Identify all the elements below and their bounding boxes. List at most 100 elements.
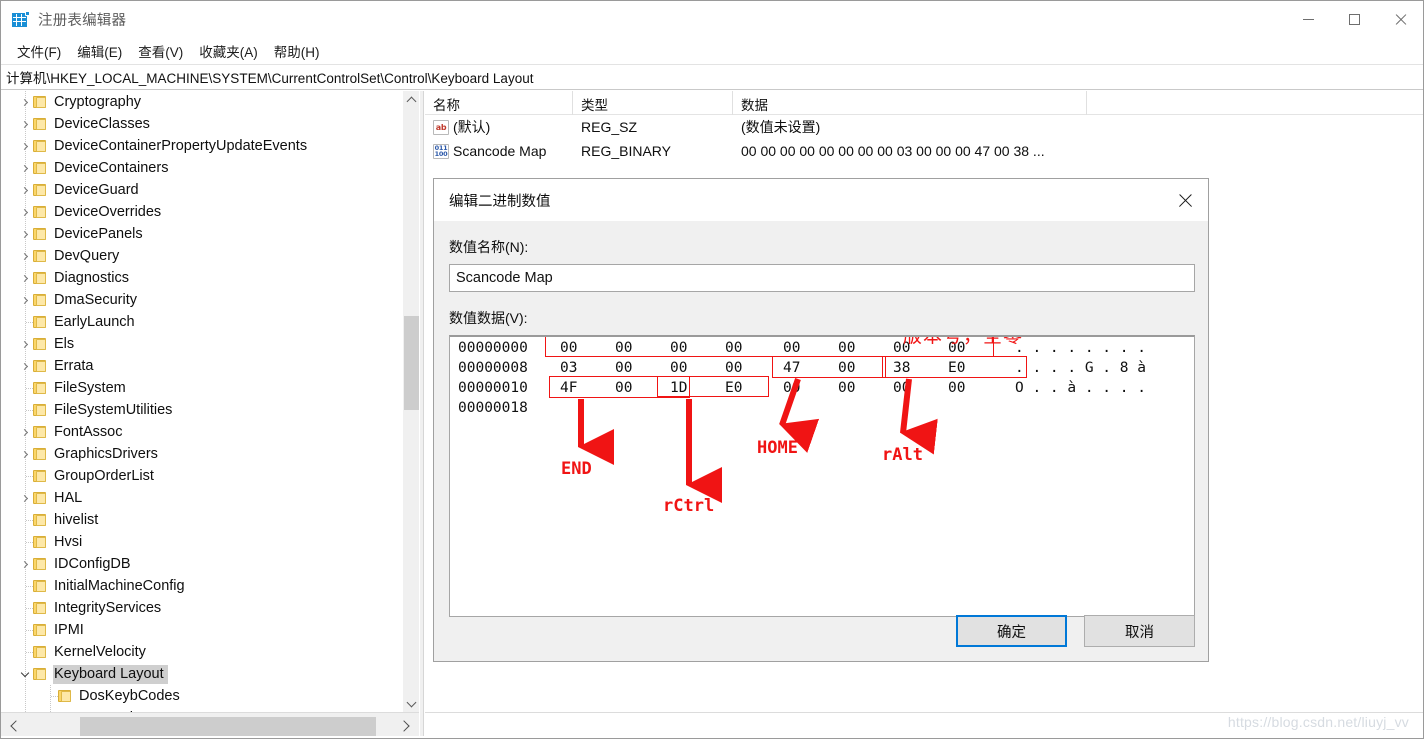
value-data: 00 00 00 00 00 00 00 00 03 00 00 00 47 0… [741, 143, 1045, 159]
tree-horizontal-scrollbar[interactable] [1, 712, 419, 738]
hex-row[interactable]: 00000000 00 00 00 00 00 00 00 00. . . . . . . . [450, 338, 1194, 358]
window-controls [1285, 1, 1423, 38]
tree-item[interactable]: Diagnostics [1, 267, 402, 289]
tree-item[interactable]: DeviceOverrides [1, 201, 402, 223]
hex-byte[interactable]: E0 [948, 358, 974, 378]
tree-item[interactable]: Els [1, 333, 402, 355]
column-header-data[interactable]: 数据 [733, 91, 1087, 115]
hex-byte[interactable]: 00 [948, 338, 974, 358]
tree-item[interactable]: DeviceContainerPropertyUpdateEvents [1, 135, 402, 157]
tree-item[interactable]: Cryptography [1, 91, 402, 113]
tree-item[interactable]: Keyboard Layout [1, 663, 402, 685]
annotation-ralt: rAlt [882, 445, 923, 465]
registry-key-tree[interactable]: Cryptography DeviceClasses DeviceContainer… [1, 91, 419, 712]
address-bar[interactable]: 计算机\HKEY_LOCAL_MACHINE\SYSTEM\CurrentCon… [1, 64, 1423, 90]
hex-byte[interactable]: 00 [615, 378, 641, 398]
values-rows: ab (默认) REG_SZ (数值未设置) 011 100 Scancode Map REG… [425, 115, 1423, 163]
tree-item[interactable]: DmaSecurity [1, 289, 402, 311]
hex-byte[interactable]: 00 [838, 338, 864, 358]
hex-byte[interactable]: 00 [670, 358, 696, 378]
tree-item[interactable]: HAL [1, 487, 402, 509]
ok-button[interactable]: 确定 [956, 615, 1067, 647]
value-row[interactable]: ab (默认) REG_SZ (数值未设置) [425, 115, 1423, 139]
hex-byte[interactable]: 00 [893, 338, 919, 358]
tree-item[interactable]: IDConfigDB [1, 553, 402, 575]
hex-byte[interactable]: 00 [725, 338, 751, 358]
hex-byte[interactable]: E0 [725, 378, 751, 398]
menu-edit[interactable]: 编辑(E) [69, 38, 130, 64]
hex-byte[interactable]: 00 [948, 378, 974, 398]
column-header-type[interactable]: 类型 [573, 91, 733, 115]
tree-item-label: Keyboard Layout [53, 664, 168, 684]
tree-item[interactable]: EarlyLaunch [1, 311, 402, 333]
hex-byte[interactable]: 00 [615, 358, 641, 378]
tree-item[interactable]: DeviceContainers [1, 157, 402, 179]
tree-item-label: DeviceContainers [54, 159, 169, 176]
scroll-left-icon[interactable] [1, 713, 27, 739]
scroll-up-icon[interactable] [403, 91, 419, 108]
tree-item-label: Hvsi [54, 533, 83, 550]
hex-byte[interactable]: 1D [670, 378, 696, 398]
tree-item[interactable]: Hvsi [1, 531, 402, 553]
close-icon[interactable] [1377, 1, 1423, 38]
tree-vertical-scrollbar[interactable] [402, 91, 419, 712]
horizontal-scroll-thumb[interactable] [80, 717, 376, 737]
tree-item[interactable]: IPMI [1, 619, 402, 641]
tree-item[interactable]: InitialMachineConfig [1, 575, 402, 597]
column-header-name[interactable]: 名称 [425, 91, 573, 115]
tree-guide-stub [26, 608, 33, 609]
menu-help[interactable]: 帮助(H) [266, 38, 328, 64]
folder-icon [33, 602, 46, 614]
minimize-icon[interactable] [1285, 1, 1331, 38]
hex-editor[interactable]: 00000000 00 00 00 00 00 00 00 00. . . . . . . .0… [449, 335, 1195, 617]
tree-item-label: IPMI [54, 621, 84, 638]
tree-item[interactable]: KernelVelocity [1, 641, 402, 663]
folder-icon [33, 294, 46, 306]
hex-byte[interactable]: 00 [783, 378, 809, 398]
tree-item[interactable]: hivelist [1, 509, 402, 531]
tree-item[interactable]: GroupOrderList [1, 465, 402, 487]
dialog-close-icon[interactable] [1162, 179, 1208, 221]
tree-item[interactable]: DevQuery [1, 245, 402, 267]
vertical-scroll-thumb[interactable] [404, 316, 419, 410]
hex-byte[interactable]: 47 [783, 358, 809, 378]
hex-byte[interactable]: 00 [838, 378, 864, 398]
pane-splitter[interactable] [419, 91, 424, 738]
hex-row[interactable]: 00000010 4F 00 1D E0 00 00 00 00 O . . à . . . . [450, 378, 1194, 398]
tree-item[interactable]: DevicePanels [1, 223, 402, 245]
tree-item[interactable]: Errata [1, 355, 402, 377]
menu-view[interactable]: 查看(V) [130, 38, 191, 64]
value-name-input[interactable]: Scancode Map [449, 264, 1195, 292]
hex-byte[interactable]: 00 [838, 358, 864, 378]
tree-item[interactable]: DeviceGuard [1, 179, 402, 201]
menu-favorites[interactable]: 收藏夹(A) [191, 38, 266, 64]
hex-byte[interactable]: 4F [560, 378, 586, 398]
tree-item-label: IntegrityServices [54, 599, 162, 616]
tree-item[interactable]: DeviceClasses [1, 113, 402, 135]
dialog-title: 编辑二进制数值 [449, 193, 551, 210]
tree-item[interactable]: GraphicsDrivers [1, 443, 402, 465]
hex-byte[interactable]: 00 [725, 358, 751, 378]
tree-item[interactable]: FileSystem [1, 377, 402, 399]
hex-row[interactable]: 00000008 03 00 00 00 47 00 38 E0 . . . . G . 8 à [450, 358, 1194, 378]
folder-icon [33, 338, 46, 350]
menu-file[interactable]: 文件(F) [9, 38, 69, 64]
hex-byte[interactable]: 00 [893, 378, 919, 398]
hex-row[interactable]: 00000018 [450, 398, 1194, 418]
maximize-icon[interactable] [1331, 1, 1377, 38]
hex-byte[interactable]: 00 [670, 338, 696, 358]
tree-item[interactable]: IntegrityServices [1, 597, 402, 619]
hex-byte[interactable]: 00 [560, 338, 586, 358]
tree-item-label: DeviceClasses [54, 115, 150, 132]
hex-byte[interactable]: 38 [893, 358, 919, 378]
tree-item[interactable]: FileSystemUtilities [1, 399, 402, 421]
scroll-down-icon[interactable] [403, 695, 419, 712]
folder-icon [33, 580, 46, 592]
value-row[interactable]: 011 100 Scancode Map REG_BINARY 00 00 00 00 … [425, 139, 1423, 163]
hex-byte[interactable]: 03 [560, 358, 586, 378]
hex-byte[interactable]: 00 [783, 338, 809, 358]
tree-item[interactable]: DosKeybCodes [1, 685, 402, 707]
tree-item[interactable]: FontAssoc [1, 421, 402, 443]
hex-byte[interactable]: 00 [615, 338, 641, 358]
cancel-button[interactable]: 取消 [1084, 615, 1195, 647]
